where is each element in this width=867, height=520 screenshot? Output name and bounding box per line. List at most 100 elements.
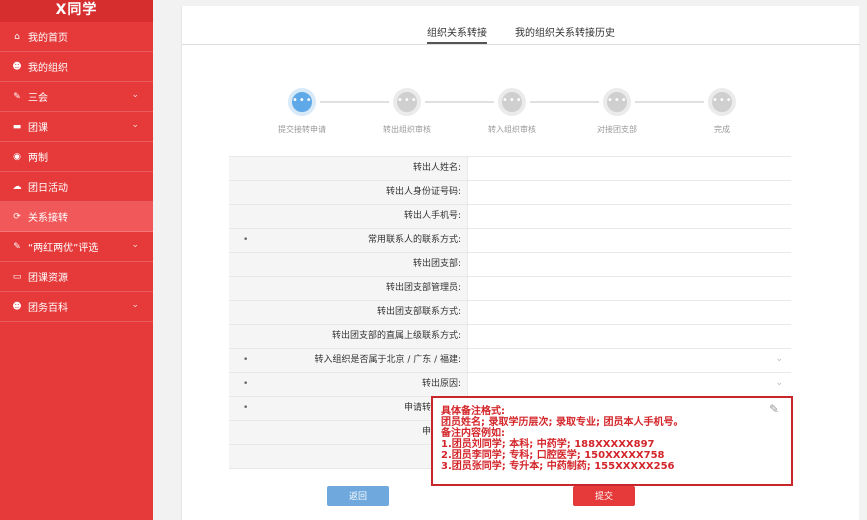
sidebar-item-0[interactable]: ⌂ 我的首页 <box>0 22 153 52</box>
form-field[interactable]: ⌄ <box>467 373 791 396</box>
note-example-box[interactable]: ✎ 具体备注格式: 团员姓名; 录取学历层次; 录取专业; 团员本人手机号。 备… <box>431 396 793 486</box>
edit-icon: ✎ <box>768 402 779 416</box>
brand-title: X同学 <box>0 0 153 22</box>
sidebar-item-2[interactable]: ✎ 三会 ⌄ <box>0 82 153 112</box>
note-line: 3.团员张同学; 专升本; 中药制药; 155XXXXX256 <box>441 461 675 472</box>
step-1: ••• 转出组织审核 <box>367 88 447 135</box>
form-field[interactable] <box>467 205 791 228</box>
sidebar-item-7[interactable]: ✎ “两红两优”评选 ⌄ <box>0 232 153 262</box>
form-label-text: 转出团支部的直属上级联系方式: <box>331 331 461 341</box>
form-label: 转出人手机号: <box>229 205 467 228</box>
form-row: • 转入组织是否属于北京 / 广东 / 福建: ⌄ <box>229 349 791 373</box>
form-row: 转出团支部管理员: <box>229 277 791 301</box>
form-field[interactable] <box>467 277 791 300</box>
form-label-text: 转出团支部联系方式: <box>376 307 461 317</box>
step-4: ••• 完成 <box>682 88 762 135</box>
chevron-down-icon: ⌄ <box>775 354 783 364</box>
chevron-down-icon: ⌄ <box>775 378 783 388</box>
step-label: 对接团支部 <box>597 125 637 134</box>
step-dot-icon: ••• <box>288 88 316 116</box>
sidebar-item-label: 团务百科 <box>28 303 68 314</box>
eye-icon: ◉ <box>13 151 21 162</box>
form-row: • 常用联系人的联系方式: <box>229 229 791 253</box>
form-field[interactable] <box>467 181 791 204</box>
form-label: 转出人姓名: <box>229 157 467 180</box>
step-dot-icon: ••• <box>393 88 421 116</box>
sidebar-item-label: 三会 <box>28 93 48 104</box>
sidebar-item-label: 团日活动 <box>28 183 68 194</box>
form-field[interactable]: ⌄ <box>467 349 791 372</box>
form-label-text: 转出团支部管理员: <box>385 283 461 293</box>
form-label-text: 转出团支部: <box>412 259 461 269</box>
main-area: 组织关系转接 我的组织关系转接历史 ••• 提交接转申请 ••• 转出组织审核 ••• 转… <box>153 0 867 520</box>
note-line: 备注内容例如: <box>441 428 505 439</box>
chevron-down-icon: ⌄ <box>131 90 139 100</box>
form-label: 转出团支部的直属上级联系方式: <box>229 325 467 348</box>
sidebar-item-label: 我的组织 <box>28 63 68 74</box>
folder-icon: ▬ <box>12 121 22 132</box>
bullet-icon: • <box>243 403 249 413</box>
form-field[interactable] <box>467 229 791 252</box>
progress-steps: ••• 提交接转申请 ••• 转出组织审核 ••• 转入组织审核 ••• 对接团支部 ••• 完成 <box>262 88 782 148</box>
form-field[interactable] <box>467 157 791 180</box>
step-dot-icon: ••• <box>498 88 526 116</box>
form-row: 转出团支部的直属上级联系方式: <box>229 325 791 349</box>
step-dot-icon: ••• <box>603 88 631 116</box>
sidebar-item-label: 团课资源 <box>28 273 68 284</box>
form-label: 转出团支部管理员: <box>229 277 467 300</box>
form-row: • 转出原因: ⌄ <box>229 373 791 397</box>
step-label: 转出组织审核 <box>383 125 431 134</box>
form-field[interactable] <box>467 301 791 324</box>
cloud-icon: ☁ <box>12 181 22 192</box>
sidebar-item-label: 关系接转 <box>28 213 68 224</box>
form-label-text: 转出人手机号: <box>403 211 461 221</box>
sidebar-item-1[interactable]: ☻ 我的组织 <box>0 52 153 82</box>
form-field[interactable] <box>467 325 791 348</box>
tab-transfer-history[interactable]: 我的组织关系转接历史 <box>515 24 615 44</box>
sidebar-item-8[interactable]: ▭ 团课资源 <box>0 262 153 292</box>
sidebar-item-label: 团课 <box>28 123 48 134</box>
sidebar-item-4[interactable]: ◉ 两制 <box>0 142 153 172</box>
group-icon: ☻ <box>12 301 22 312</box>
edit-icon: ✎ <box>13 241 21 252</box>
sidebar-item-label: 两制 <box>28 153 48 164</box>
form-label-text: 常用联系人的联系方式: <box>367 235 461 245</box>
tab-org-transfer[interactable]: 组织关系转接 <box>427 24 487 44</box>
sidebar-item-3[interactable]: ▬ 团课 ⌄ <box>0 112 153 142</box>
note-line: 2.团员李同学; 专科; 口腔医学; 150XXXXX758 <box>441 450 665 461</box>
step-dot-icon: ••• <box>708 88 736 116</box>
chevron-down-icon: ⌄ <box>131 300 139 310</box>
step-3: ••• 对接团支部 <box>577 88 657 135</box>
form-label: 转出团支部联系方式: <box>229 301 467 324</box>
sidebar: X同学 ⌂ 我的首页 ☻ 我的组织 ✎ 三会 ⌄ ▬ 团课 ⌄ ◉ 两制 ☁ 团日活动 ⟳ 关系接转 ✎ “两红两… <box>0 0 153 520</box>
form-row: 转出人身份证号码: <box>229 181 791 205</box>
form-label: • 转入组织是否属于北京 / 广东 / 福建: <box>229 349 467 372</box>
sidebar-item-9[interactable]: ☻ 团务百科 ⌄ <box>0 292 153 322</box>
form-label-text: 转入组织是否属于北京 / 广东 / 福建: <box>314 355 461 365</box>
form-label-text: 转出原因: <box>421 379 461 389</box>
form-row: 转出团支部联系方式: <box>229 301 791 325</box>
note-line: 1.团员刘同学; 本科; 中药学; 188XXXXX897 <box>441 439 655 450</box>
form-row: 转出团支部: <box>229 253 791 277</box>
form-label: 转出人身份证号码: <box>229 181 467 204</box>
form-row: 转出人姓名: <box>229 157 791 181</box>
image-icon: ▭ <box>12 271 22 282</box>
bullet-icon: • <box>243 235 249 245</box>
back-button[interactable]: 返回 <box>327 486 389 506</box>
bullet-icon: • <box>243 379 249 389</box>
tab-divider <box>182 44 860 45</box>
sidebar-nav: ⌂ 我的首页 ☻ 我的组织 ✎ 三会 ⌄ ▬ 团课 ⌄ ◉ 两制 ☁ 团日活动 ⟳ 关系接转 ✎ “两红两优”评选… <box>0 22 153 322</box>
sidebar-item-6[interactable]: ⟳ 关系接转 <box>0 202 153 232</box>
form-label-text: 转出人姓名: <box>412 163 461 173</box>
form-label: • 转出原因: <box>229 373 467 396</box>
form-label: • 常用联系人的联系方式: <box>229 229 467 252</box>
step-label: 提交接转申请 <box>278 125 326 134</box>
sidebar-item-5[interactable]: ☁ 团日活动 <box>0 172 153 202</box>
form-row: 转出人手机号: <box>229 205 791 229</box>
edit-icon: ✎ <box>13 91 21 102</box>
form-field[interactable] <box>467 253 791 276</box>
home-icon: ⌂ <box>14 31 20 42</box>
refresh-icon: ⟳ <box>13 211 21 222</box>
submit-button[interactable]: 提交 <box>573 486 635 506</box>
sidebar-item-label: 我的首页 <box>28 33 68 44</box>
